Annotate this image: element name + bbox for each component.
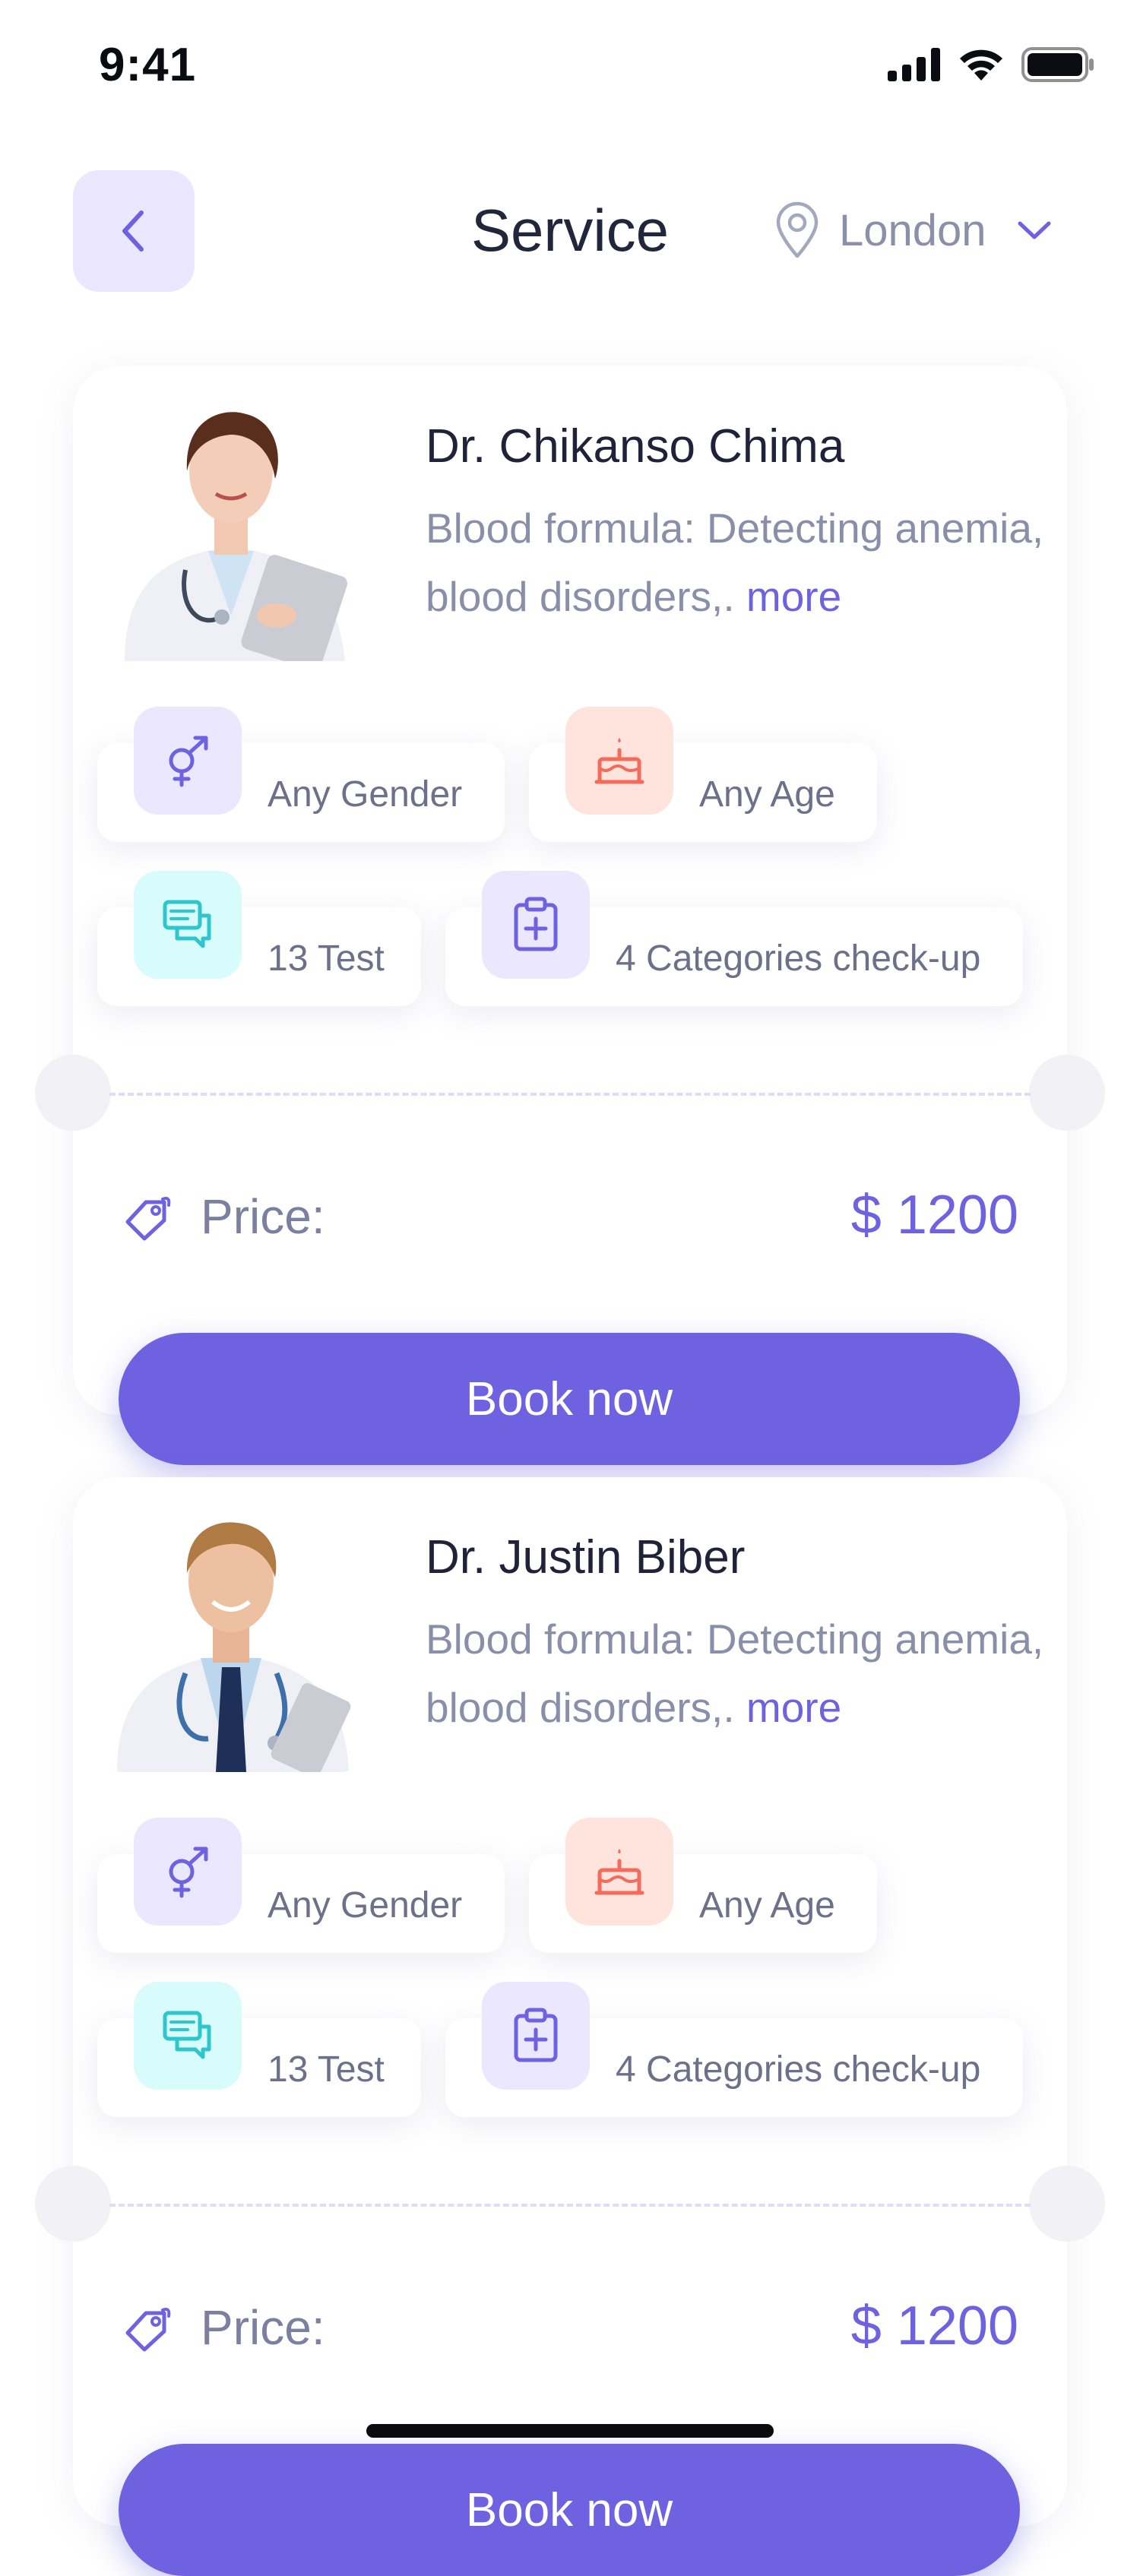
tests-label: 13 Test [268,2049,385,2090]
categories-chip: 4 Categories check-up [445,1982,1023,2117]
clipboard-plus-icon [514,2008,558,2062]
chat-icon [163,900,211,948]
age-label: Any Age [699,1885,835,1926]
status-icons [888,47,1094,82]
cake-icon-box [565,707,673,815]
gender-icon-box [134,1818,242,1926]
location-pin-icon [776,201,819,258]
price-label: Price: [201,2300,325,2355]
doctor-card[interactable]: Dr. Chikanso Chima Blood formula: Detect… [35,366,1105,1465]
price-value: $ 1200 [850,2296,1018,2356]
dashed-divider [109,1093,1031,1096]
doctor-photo [94,388,368,661]
tag-icon [125,1197,171,1241]
tests-chip: 13 Test [97,1982,421,2117]
age-label: Any Age [699,774,835,815]
cake-icon [594,738,644,784]
cake-icon-box [565,1818,673,1926]
doctor-description: Blood formula: Detecting anemia, blood d… [426,1605,1049,1742]
chat-icon-box [134,1982,242,2090]
gender-icon [169,1847,208,1898]
wifi-icon [960,49,1002,81]
gender-chip: Any Gender [97,707,505,842]
clipboard-plus-icon [514,897,558,951]
clipboard-icon-box [482,871,590,979]
chevron-down-icon [1018,221,1051,239]
dashed-divider [109,2204,1031,2207]
description-text: Blood formula: Detecting anemia, blood d… [426,505,1044,620]
more-link[interactable]: more [746,1684,841,1731]
doctor-card[interactable]: Dr. Justin Biber Blood formula: Detectin… [35,1477,1105,2576]
gender-icon-box [134,707,242,815]
location-selector[interactable]: London [774,199,1052,261]
description-text: Blood formula: Detecting anemia, blood d… [426,1616,1044,1731]
status-bar: 9:41 [0,0,1140,137]
book-now-button[interactable]: Book now [119,2444,1020,2576]
doctor-photo-male [94,1498,368,1772]
tests-chip: 13 Test [97,871,421,1006]
battery-icon [1021,47,1094,82]
doctor-description: Blood formula: Detecting anemia, blood d… [426,494,1049,631]
doctor-photo-female [94,388,368,661]
ticket-notch-right [1029,2166,1105,2242]
cellular-signal-icon [888,48,940,81]
tests-label: 13 Test [268,938,385,979]
tag-icon [125,2308,171,2352]
age-chip: Any Age [529,707,877,842]
doctor-name: Dr. Justin Biber [426,1531,746,1584]
gender-label: Any Gender [268,774,463,815]
price-value: $ 1200 [850,1185,1018,1245]
price-label: Price: [201,1189,325,1244]
clipboard-icon-box [482,1982,590,2090]
cake-icon [594,1849,644,1895]
gender-icon [169,736,208,787]
age-chip: Any Age [529,1818,877,1953]
ticket-notch-left [35,1055,111,1131]
location-label: London [839,205,986,255]
doctor-name: Dr. Chikanso Chima [426,420,845,473]
gender-chip: Any Gender [97,1818,505,1953]
more-link[interactable]: more [746,573,841,620]
categories-label: 4 Categories check-up [616,938,981,979]
ticket-notch-right [1029,1055,1105,1131]
categories-chip: 4 Categories check-up [445,871,1023,1006]
gender-label: Any Gender [268,1885,463,1926]
chat-icon-box [134,871,242,979]
doctor-photo [94,1498,368,1772]
categories-label: 4 Categories check-up [616,2049,981,2090]
chat-icon [163,2011,211,2059]
book-now-button[interactable]: Book now [119,1333,1020,1465]
home-indicator [366,2424,774,2438]
status-time: 9:41 [99,39,197,91]
ticket-notch-left [35,2166,111,2242]
